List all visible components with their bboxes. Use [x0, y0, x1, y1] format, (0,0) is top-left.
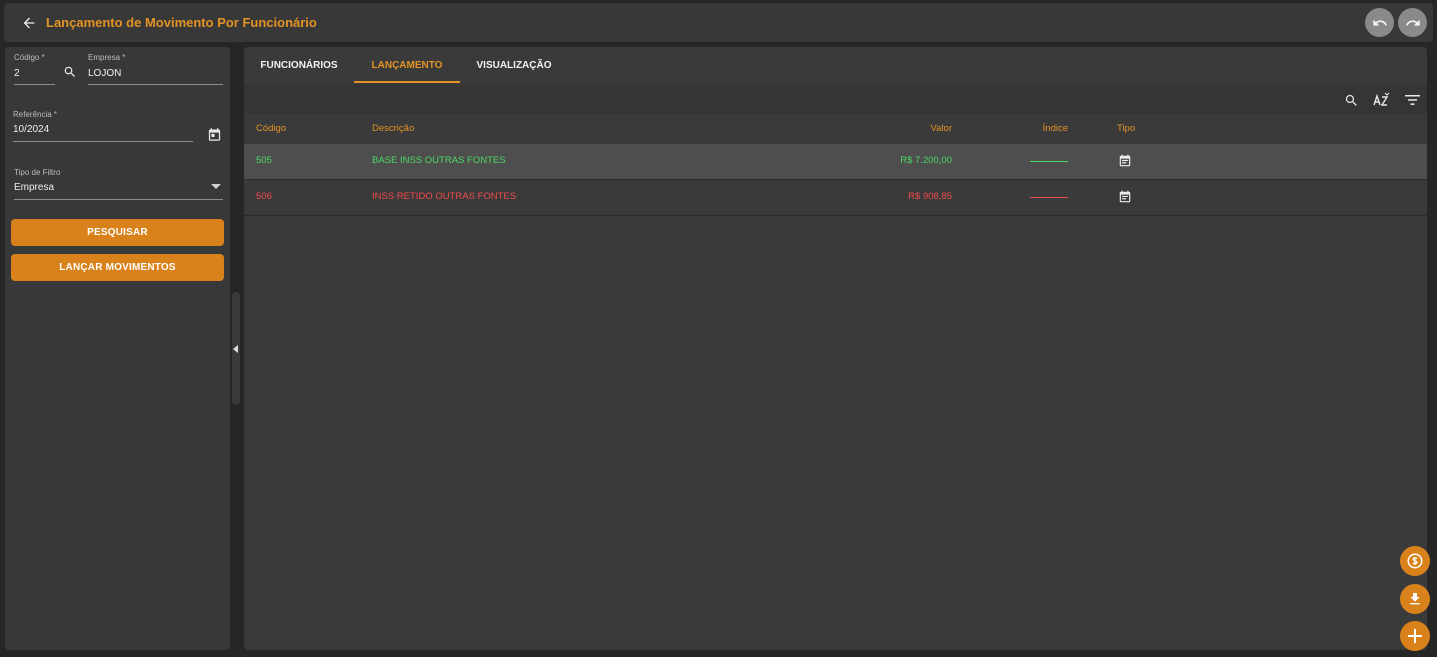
- empresa-underline: [88, 84, 223, 85]
- pesquisar-button[interactable]: PESQUISAR: [11, 219, 224, 246]
- cell-indice-line: [1030, 161, 1068, 162]
- table-row[interactable]: 505 BASE INSS OUTRAS FONTES R$ 7.200,00: [244, 144, 1427, 180]
- collapse-arrow-icon: [233, 344, 238, 353]
- codigo-value[interactable]: 2: [14, 68, 20, 79]
- download-icon: [1410, 593, 1420, 605]
- empresa-value[interactable]: LOJON: [88, 68, 121, 79]
- tab-funcionarios[interactable]: FUNCIONÁRIOS: [252, 47, 346, 84]
- redo-icon: [1405, 19, 1420, 26]
- undo-icon: [1372, 19, 1387, 26]
- download-fab-button[interactable]: [1400, 584, 1430, 614]
- codigo-underline: [14, 84, 55, 85]
- lancamento-grid: Código Descrição Valor Índice Tipo 505 B…: [244, 115, 1427, 216]
- empresa-field[interactable]: Empresa * LOJON: [88, 53, 223, 85]
- table-row[interactable]: 506 INSS RETIDO OUTRAS FONTES R$ 908,85: [244, 180, 1427, 216]
- header-descricao[interactable]: Descrição: [372, 123, 414, 134]
- tab-lancamento-label: LANÇAMENTO: [371, 60, 443, 71]
- cell-descricao: BASE INSS OUTRAS FONTES: [372, 155, 506, 166]
- redo-button[interactable]: [1398, 8, 1427, 37]
- plus-icon: [1408, 629, 1422, 643]
- tipo-filtro-select[interactable]: Tipo de Filtro Empresa: [14, 168, 223, 200]
- content-panel: FUNCIONÁRIOS LANÇAMENTO VISUALIZAÇÃO Cód…: [244, 47, 1427, 650]
- cell-tipo[interactable]: [1117, 153, 1133, 169]
- codigo-search-button[interactable]: [62, 64, 78, 80]
- caret-down-icon: [211, 184, 221, 189]
- lancar-movimentos-button[interactable]: LANÇAR MOVIMENTOS: [11, 254, 224, 281]
- dollar-circle-icon: [1407, 553, 1423, 569]
- grid-search-button[interactable]: [1341, 90, 1361, 110]
- active-tab-indicator: [354, 81, 460, 83]
- tab-visualizacao[interactable]: VISUALIZAÇÃO: [468, 47, 560, 84]
- add-fab-button[interactable]: [1400, 621, 1430, 651]
- referencia-underline: [13, 141, 193, 142]
- header-tipo[interactable]: Tipo: [1117, 123, 1135, 134]
- cell-valor: R$ 7.200,00: [900, 155, 952, 166]
- referencia-field[interactable]: Referência * 10/2024: [13, 110, 193, 142]
- sort-az-button[interactable]: [1372, 90, 1392, 110]
- cell-codigo: 506: [256, 191, 272, 202]
- filter-button[interactable]: [1402, 90, 1422, 110]
- event-note-icon: [1119, 190, 1131, 203]
- event-note-icon: [1119, 154, 1131, 167]
- filter-list-icon: [1404, 95, 1420, 105]
- tipo-filtro-label: Tipo de Filtro: [14, 168, 61, 177]
- calendar-icon: [208, 127, 220, 141]
- codigo-field[interactable]: Código * 2: [14, 53, 56, 85]
- header-valor[interactable]: Valor: [931, 123, 952, 134]
- panel-splitter[interactable]: [232, 292, 240, 405]
- search-icon: [1345, 94, 1357, 106]
- filter-panel: Código * 2 Empresa * LOJON Referência * …: [5, 47, 230, 650]
- grid-toolbar: [244, 85, 1427, 114]
- header-indice[interactable]: Índice: [1043, 123, 1068, 134]
- tipo-filtro-underline: [14, 199, 223, 200]
- title-bar: Lançamento de Movimento Por Funcionário: [4, 3, 1433, 42]
- undo-button[interactable]: [1365, 8, 1394, 37]
- calendar-picker-button[interactable]: [205, 125, 223, 143]
- page-title: Lançamento de Movimento Por Funcionário: [46, 15, 317, 30]
- header-codigo[interactable]: Código: [256, 123, 286, 134]
- cell-tipo[interactable]: [1117, 189, 1133, 205]
- referencia-value[interactable]: 10/2024: [13, 124, 49, 135]
- cell-codigo: 505: [256, 155, 272, 166]
- tab-visualizacao-label: VISUALIZAÇÃO: [476, 60, 552, 71]
- cell-valor: R$ 908,85: [908, 191, 952, 202]
- tipo-filtro-value: Empresa: [14, 182, 55, 193]
- empresa-label: Empresa *: [88, 53, 126, 62]
- tab-lancamento[interactable]: LANÇAMENTO: [354, 47, 460, 84]
- search-icon: [64, 66, 75, 77]
- cell-descricao: INSS RETIDO OUTRAS FONTES: [372, 191, 517, 202]
- codigo-label: Código *: [14, 53, 45, 62]
- tab-bar: FUNCIONÁRIOS LANÇAMENTO VISUALIZAÇÃO: [244, 47, 1427, 84]
- cell-indice-line: [1030, 197, 1068, 198]
- tab-funcionarios-label: FUNCIONÁRIOS: [260, 60, 338, 71]
- sort-az-icon: [1373, 92, 1390, 106]
- arrow-left-icon: [23, 17, 35, 28]
- referencia-label: Referência *: [13, 110, 58, 119]
- back-button[interactable]: [16, 10, 42, 36]
- money-fab-button[interactable]: [1400, 546, 1430, 576]
- grid-header: Código Descrição Valor Índice Tipo: [244, 115, 1427, 144]
